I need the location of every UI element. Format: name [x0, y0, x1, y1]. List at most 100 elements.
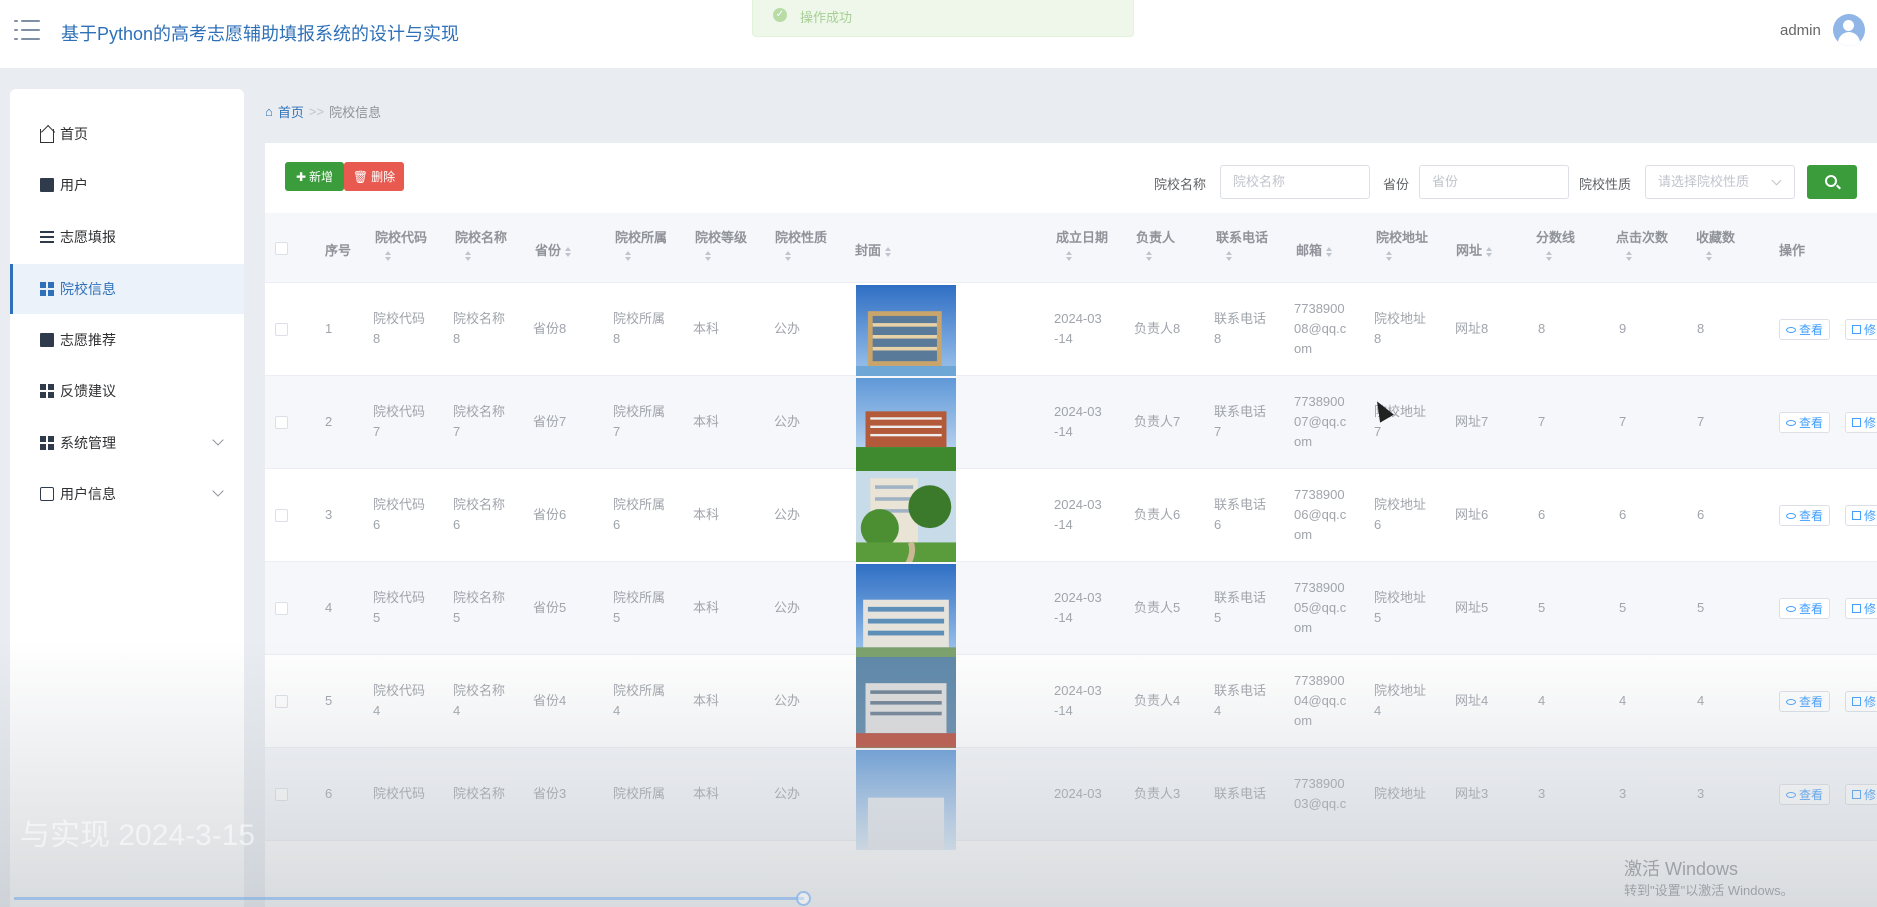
col-address[interactable]: 院校地址 — [1376, 227, 1428, 246]
sidebar-item-application[interactable]: 志愿填报 — [10, 212, 244, 262]
sort-icon[interactable] — [1066, 251, 1073, 261]
col-leader[interactable]: 负责人 — [1136, 227, 1175, 246]
sort-icon[interactable] — [885, 246, 892, 257]
row-checkbox[interactable] — [275, 695, 288, 708]
sidebar-item-label: 系统管理 — [60, 435, 116, 451]
cell-line: 4 — [613, 703, 621, 718]
avatar[interactable] — [1833, 14, 1865, 46]
cell-line: 5 — [453, 610, 461, 625]
sidebar-item-user-info[interactable]: 用户信息 — [10, 469, 244, 519]
province-input[interactable]: 省份 — [1419, 165, 1569, 199]
cell-line: 5 — [1374, 610, 1382, 625]
cell-line: 联系电话 — [1214, 497, 1267, 512]
row-checkbox[interactable] — [275, 416, 288, 429]
cell-founded: 2024-03 — [1054, 784, 1102, 804]
sidebar-item-home[interactable]: 首页 — [10, 109, 244, 159]
sidebar-item-users[interactable]: 用户 — [10, 160, 244, 210]
table-row[interactable]: 5 院校代码 4 院校名称 4 省份4 院校所属 4 本科 公办 2024-03 -14 负责人4 联系电… — [265, 655, 1877, 757]
row-checkbox[interactable] — [275, 509, 288, 522]
view-button[interactable]: 查看 — [1779, 412, 1831, 433]
row-checkbox[interactable] — [275, 323, 288, 336]
edit-button[interactable]: 修 — [1845, 505, 1877, 526]
col-email[interactable]: 邮箱 — [1296, 240, 1333, 259]
book-icon — [40, 178, 54, 192]
cell-clicks: 7 — [1619, 412, 1626, 432]
cover-image — [856, 657, 956, 757]
col-score[interactable]: 分数线 — [1536, 227, 1575, 246]
col-website[interactable]: 网址 — [1456, 240, 1493, 259]
col-province[interactable]: 省份 — [535, 240, 572, 259]
sort-icon[interactable] — [705, 251, 712, 261]
table-row[interactable]: 3 院校代码 6 院校名称 6 省份6 院校所属 6 本科 公办 2024-03 -14 负责人6 联系电… — [265, 469, 1877, 571]
col-phone[interactable]: 联系电话 — [1216, 227, 1268, 246]
breadcrumb-home[interactable]: 首页 — [278, 102, 304, 121]
edit-button[interactable]: 修 — [1845, 784, 1877, 805]
sort-icon[interactable] — [1226, 251, 1233, 261]
cell-line: 3 — [1619, 786, 1627, 801]
table-row[interactable]: 1 院校代码 8 院校名称 8 省份8 院校所属 8 本科 公办 2024-03 -14 负责人8 联系电… — [265, 283, 1877, 385]
home-icon[interactable]: ⌂ — [265, 104, 273, 119]
view-button[interactable]: 查看 — [1779, 505, 1831, 526]
cell-index: 1 — [325, 319, 332, 339]
view-button[interactable]: 查看 — [1779, 319, 1831, 340]
cell-line: 院校名称 — [453, 497, 506, 512]
eye-icon — [1786, 326, 1796, 333]
sort-icon[interactable] — [385, 251, 392, 261]
sort-icon[interactable] — [625, 251, 632, 261]
row-checkbox[interactable] — [275, 788, 288, 801]
col-favorites[interactable]: 收藏数 — [1696, 227, 1735, 246]
search-button[interactable] — [1807, 165, 1857, 199]
col-name[interactable]: 院校名称 — [455, 227, 507, 246]
cell-line: 8 — [1538, 321, 1546, 336]
delete-button[interactable]: 🗑 删除 — [344, 162, 404, 191]
menu-toggle-icon[interactable] — [14, 20, 40, 40]
row-checkbox[interactable] — [275, 602, 288, 615]
sort-icon[interactable] — [1386, 251, 1393, 261]
edit-button[interactable]: 修 — [1845, 598, 1877, 619]
video-progress-bar[interactable] — [14, 891, 811, 906]
select-all-checkbox[interactable] — [275, 242, 288, 255]
table-row[interactable]: 6 院校代码 院校名称 省份3 院校所属 本科 公办 2024-03 负责人3 联系电话 77389… — [265, 748, 1877, 850]
view-button[interactable]: 查看 — [1779, 784, 1831, 805]
cell-line: om — [1294, 713, 1313, 728]
sort-icon[interactable] — [1146, 251, 1153, 261]
sort-icon[interactable] — [1486, 246, 1493, 257]
grid-icon — [40, 384, 54, 398]
user-name[interactable]: admin — [1780, 22, 1821, 39]
col-level[interactable]: 院校等级 — [695, 227, 747, 246]
view-button-label: 查看 — [1799, 416, 1824, 430]
col-cover[interactable]: 封面 — [855, 240, 892, 259]
view-button[interactable]: 查看 — [1779, 691, 1831, 712]
sidebar-item-recommendation[interactable]: 志愿推荐 — [10, 315, 244, 365]
sort-icon[interactable] — [1626, 251, 1633, 261]
sort-icon[interactable] — [1546, 251, 1553, 261]
col-clicks[interactable]: 点击次数 — [1616, 227, 1668, 246]
cell-line: 8 — [373, 331, 381, 346]
sort-icon[interactable] — [465, 251, 472, 261]
col-founded[interactable]: 成立日期 — [1056, 227, 1108, 246]
cell-line: 08@qq.c — [1294, 321, 1347, 336]
sidebar-item-school-info[interactable]: 院校信息 — [10, 264, 244, 314]
school-type-select[interactable]: 请选择院校性质 — [1645, 165, 1795, 199]
sort-icon[interactable] — [1706, 251, 1713, 261]
sidebar-item-system[interactable]: 系统管理 — [10, 418, 244, 468]
add-button[interactable]: ✚ 新增 — [285, 162, 344, 191]
school-name-input[interactable]: 院校名称 — [1220, 165, 1370, 199]
cell-line: 7 — [1697, 414, 1705, 429]
table-row[interactable]: 2 院校代码 7 院校名称 7 省份7 院校所属 7 本科 公办 2024-03 -14 负责人7 联系电… — [265, 376, 1877, 478]
home-icon — [40, 129, 54, 143]
sort-icon[interactable] — [565, 246, 572, 257]
col-nature[interactable]: 院校性质 — [775, 227, 827, 246]
col-code[interactable]: 院校代码 — [375, 227, 427, 246]
edit-button[interactable]: 修 — [1845, 319, 1877, 340]
sort-icon[interactable] — [785, 251, 792, 261]
edit-button[interactable]: 修 — [1845, 412, 1877, 433]
edit-button[interactable]: 修 — [1845, 691, 1877, 712]
sidebar-item-feedback[interactable]: 反馈建议 — [10, 366, 244, 416]
table-row[interactable]: 4 院校代码 5 院校名称 5 省份5 院校所属 5 本科 公办 2024-03 -14 负责人5 联系电… — [265, 562, 1877, 664]
sort-icon[interactable] — [1326, 246, 1333, 257]
col-affiliation[interactable]: 院校所属 — [615, 227, 667, 246]
progress-knob[interactable] — [796, 891, 811, 906]
edit-button-label: 修 — [1864, 323, 1877, 337]
view-button[interactable]: 查看 — [1779, 598, 1831, 619]
